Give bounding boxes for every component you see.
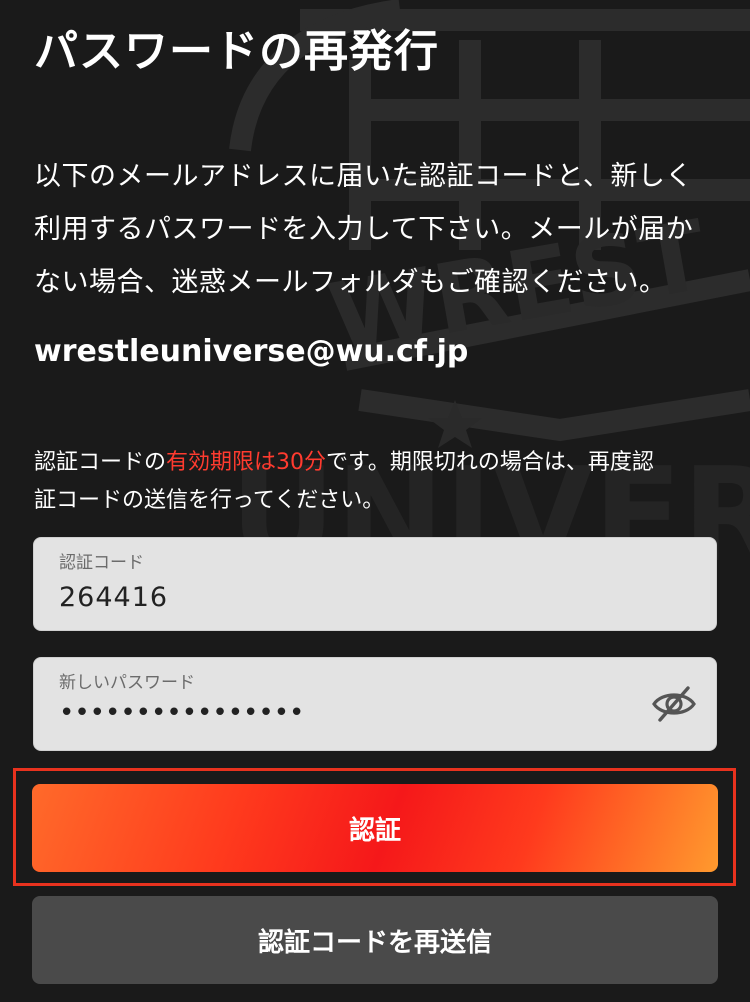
- new-password-field[interactable]: 新しいパスワード ••••••••••••••••: [33, 657, 717, 751]
- instructions-line: ない場合、迷惑メールフォルダもご確認ください。: [34, 267, 667, 298]
- verification-code-label: 認証コード: [59, 553, 144, 573]
- resend-code-button[interactable]: 認証コードを再送信: [32, 896, 718, 984]
- instructions-line: 利用するパスワードを入力して下さい。メールが届か: [34, 214, 694, 245]
- verification-code-field[interactable]: 認証コード 264416: [33, 537, 717, 631]
- email-address: wrestleuniverse@wu.cf.jp: [34, 334, 469, 369]
- verify-button[interactable]: 認証: [32, 784, 718, 872]
- expiry-note-line: 認証コードの有効期限は30分です。期限切れの場合は、再度認: [34, 444, 724, 482]
- instructions-line: 以下のメールアドレスに届いた認証コードと、新しく: [34, 161, 693, 192]
- expiry-note: 認証コードの有効期限は30分です。期限切れの場合は、再度認 証コードの送信を行っ…: [34, 444, 724, 520]
- expiry-highlight: 有効期限は30分: [166, 450, 327, 475]
- expiry-prefix: 認証コードの: [34, 450, 167, 475]
- eye-slash-icon[interactable]: [650, 682, 698, 726]
- expiry-suffix: です。期限切れの場合は、再度認: [326, 450, 654, 475]
- verification-code-input[interactable]: 264416: [59, 582, 168, 613]
- new-password-label: 新しいパスワード: [59, 673, 195, 693]
- page-title: パスワードの再発行: [34, 26, 439, 77]
- new-password-input[interactable]: ••••••••••••••••: [59, 698, 304, 728]
- instructions-text: 以下のメールアドレスに届いた認証コードと、新しく 利用するパスワードを入力して下…: [34, 150, 724, 309]
- expiry-note-line: 証コードの送信を行ってください。: [34, 488, 385, 513]
